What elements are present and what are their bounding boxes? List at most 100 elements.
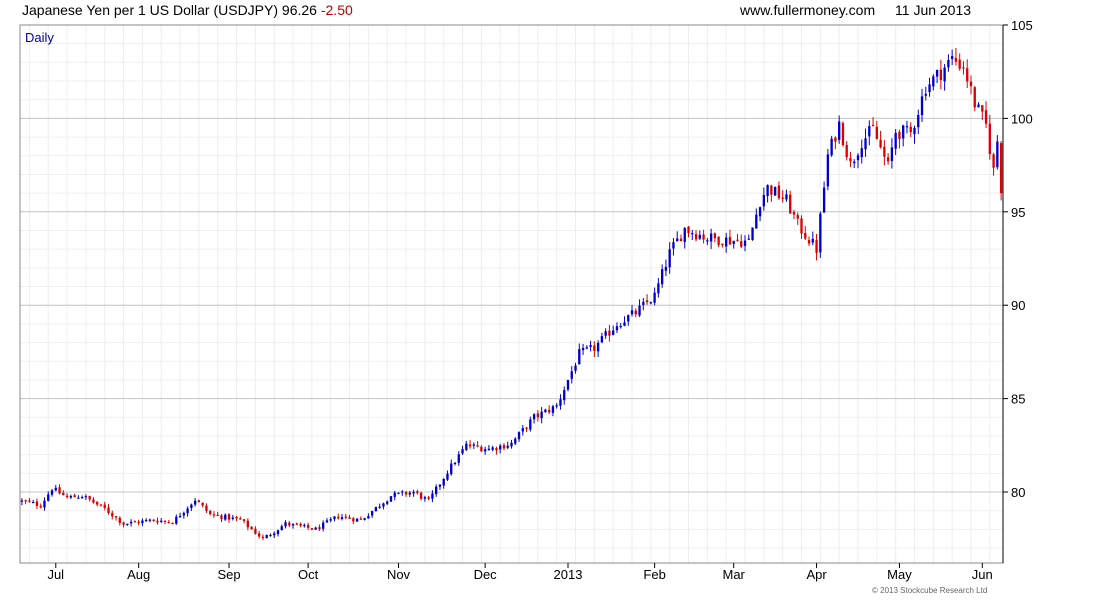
candle-up <box>837 121 841 140</box>
candle-down <box>736 239 739 241</box>
candle-down <box>807 240 811 244</box>
x-tick-label: Apr <box>806 567 827 582</box>
candle-up <box>431 493 434 499</box>
x-tick-label: Mar <box>723 567 746 582</box>
candle-up <box>860 148 863 158</box>
candle-down <box>547 409 551 413</box>
candle-down <box>205 505 208 511</box>
candle-down <box>39 506 42 508</box>
candle-up <box>175 516 178 524</box>
candle-up <box>329 519 332 521</box>
candle-down <box>954 58 958 62</box>
y-tick-label: 90 <box>1011 298 1025 313</box>
candle-down <box>962 67 965 69</box>
candle-down <box>261 536 265 539</box>
candle-down <box>163 520 167 522</box>
candle-up <box>785 194 788 200</box>
candle-down <box>118 517 121 523</box>
candle-down <box>679 238 683 242</box>
candle-up <box>284 522 287 527</box>
candle-up <box>589 345 592 347</box>
candle-down <box>65 495 69 498</box>
candle-down <box>939 69 943 81</box>
candle-up <box>676 238 679 242</box>
candle-up <box>491 447 494 450</box>
candle-down <box>645 300 649 303</box>
candle-down <box>288 522 291 526</box>
candle-down <box>250 526 253 530</box>
candle-up <box>830 138 833 156</box>
candle-down <box>227 514 231 520</box>
candle-up <box>510 442 513 447</box>
candle-up <box>762 195 766 207</box>
candle-down <box>789 194 792 214</box>
candle-up <box>43 500 46 508</box>
candle-down <box>634 310 637 315</box>
candle-up <box>732 240 735 244</box>
candle-up <box>819 213 822 253</box>
x-tick-label: Sep <box>217 567 240 582</box>
candle-up <box>32 501 35 504</box>
candle-up <box>506 445 509 448</box>
candle-down <box>966 68 969 82</box>
candle-up <box>913 127 916 135</box>
candle-up <box>265 534 268 539</box>
candle-down <box>740 241 743 247</box>
candle-up <box>50 490 54 495</box>
candle-up <box>77 497 80 499</box>
candle-down <box>687 226 690 234</box>
candle-down <box>99 504 103 506</box>
candle-up <box>126 523 129 525</box>
candle-down <box>310 528 314 530</box>
candle-down <box>359 518 363 520</box>
candle-up <box>773 187 777 196</box>
candle-down <box>713 233 717 239</box>
candle-down <box>792 212 796 215</box>
candle-up <box>585 347 588 349</box>
candle-down <box>909 126 912 133</box>
candle-up <box>604 331 607 336</box>
candle-down <box>58 487 61 494</box>
candle-down <box>834 137 837 142</box>
candle-up <box>725 237 728 247</box>
candle-down <box>242 519 246 522</box>
candle-up <box>935 69 939 77</box>
candle-up <box>826 154 830 187</box>
candle-up <box>683 228 686 242</box>
candle-up <box>947 60 950 68</box>
axes: 80 85 90 95 100 105 Jul Aug Sep Oct Nov Dec 2013 Feb M… <box>19 18 1033 582</box>
candle-down <box>295 523 298 525</box>
candle-up <box>517 432 521 440</box>
candle-up <box>273 533 276 536</box>
candle-down <box>254 528 257 534</box>
candle-up <box>442 478 445 486</box>
candle-up <box>555 405 558 407</box>
candle-up <box>461 449 464 454</box>
candle-down <box>721 243 724 246</box>
candle-up <box>672 242 675 249</box>
candle-up <box>977 104 980 108</box>
candle-down <box>306 524 310 528</box>
candle-up <box>378 506 381 508</box>
y-tick-label: 105 <box>1011 18 1033 33</box>
candle-down <box>257 533 261 537</box>
candle-up <box>950 56 954 59</box>
candle-up <box>894 132 897 149</box>
candle-up <box>389 496 393 502</box>
candle-down <box>92 499 95 503</box>
candle-up <box>186 508 189 514</box>
candle-down <box>815 240 818 253</box>
candle-up <box>145 520 148 522</box>
x-tick-label: Feb <box>643 567 665 582</box>
candle-up <box>521 428 524 432</box>
candle-down <box>216 514 219 516</box>
chart-frame: Japanese Yen per 1 US Dollar (USDJPY) 96… <box>0 0 1100 600</box>
candle-up <box>465 443 468 450</box>
candle-down <box>694 234 698 240</box>
candle-up <box>920 96 924 116</box>
candle-up <box>529 419 532 430</box>
candle-down <box>800 218 803 234</box>
candle-up <box>231 517 234 519</box>
candle-up <box>943 67 946 82</box>
candle-down <box>984 110 988 124</box>
